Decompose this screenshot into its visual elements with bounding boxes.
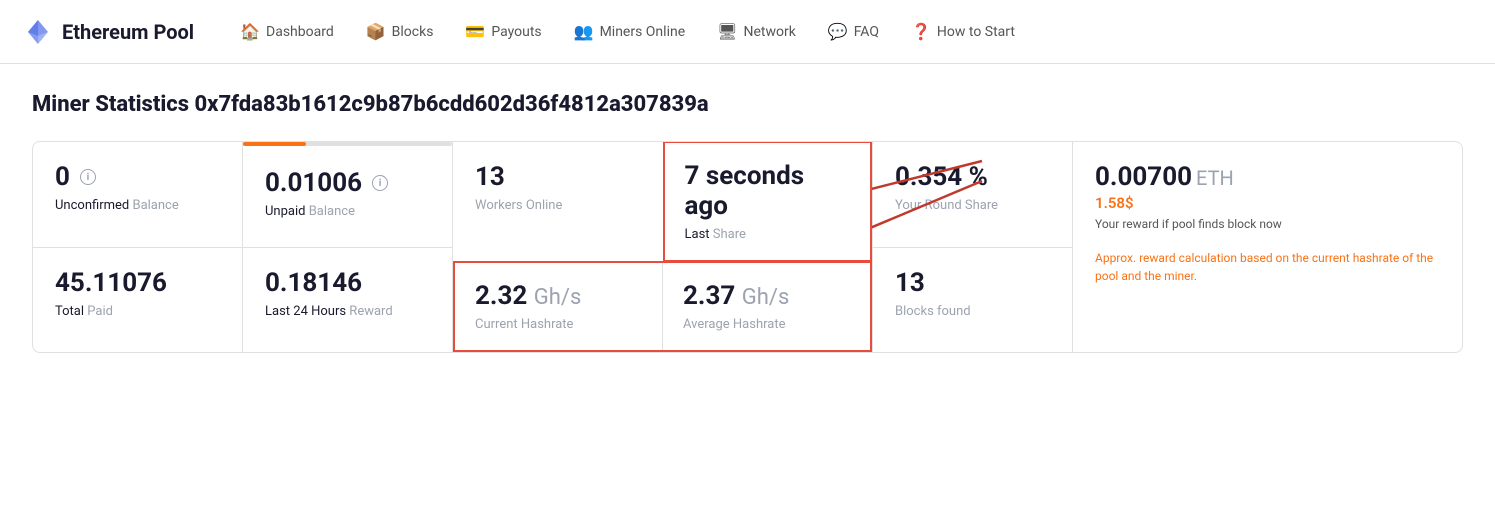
workers-row: 13 Workers Online 7 seconds ago Last Sha…	[453, 142, 872, 262]
current-hashrate-label: Current Hashrate	[475, 317, 642, 332]
page-content: Miner Statistics 0x7fda83b1612c9b87b6cdd…	[0, 64, 1495, 381]
unpaid-balance-card: 0.01006 i Unpaid Balance	[243, 142, 452, 247]
blocks-icon: 📦	[366, 22, 386, 41]
nav-blocks-label: Blocks	[392, 24, 434, 40]
total-paid-card: 45.11076 Total Paid	[33, 248, 243, 353]
round-share-label: Your Round Share	[895, 198, 1050, 213]
header: Ethereum Pool 🏠 Dashboard 📦 Blocks 💳 Pay…	[0, 0, 1495, 64]
total-paid-label: Total Paid	[55, 304, 220, 319]
nav-dashboard[interactable]: 🏠 Dashboard	[226, 14, 348, 49]
nav-dashboard-label: Dashboard	[266, 24, 334, 40]
last-share-value: 7 seconds ago	[685, 161, 851, 221]
how-to-start-icon: ❓	[911, 22, 931, 41]
hashrate-row: 2.32 Gh/s Current Hashrate 2.37 Gh/s Ave…	[453, 261, 872, 352]
nav-how-to-start[interactable]: ❓ How to Start	[897, 14, 1029, 49]
miners-icon: 👥	[574, 22, 594, 41]
average-hashrate-label: Average Hashrate	[683, 317, 850, 332]
nav-network-label: Network	[743, 24, 795, 40]
workers-online-value: 13	[475, 162, 641, 192]
last-share-label: Last Share	[685, 227, 851, 242]
nav-how-to-start-label: How to Start	[937, 24, 1015, 40]
nav-faq-label: FAQ	[854, 24, 879, 40]
bottom-balance-row: 45.11076 Total Paid 0.18146 Last 24 Hour…	[33, 248, 452, 353]
reward-approx-text: Approx. reward calculation based on the …	[1095, 249, 1440, 285]
last24-card: 0.18146 Last 24 Hours Reward	[243, 248, 452, 353]
nav-miners-label: Miners Online	[600, 24, 686, 40]
unpaid-balance-value: 0.01006 i	[265, 168, 430, 198]
stats-wrapper: 0 i Unconfirmed Balance	[32, 141, 1463, 353]
reward-usd-value: 1.58$	[1095, 194, 1440, 212]
top-balance-row: 0 i Unconfirmed Balance	[33, 142, 452, 248]
reward-eth-display: 0.00700 ETH	[1095, 162, 1440, 192]
unpaid-info-icon[interactable]: i	[372, 175, 388, 191]
dashboard-icon: 🏠	[240, 22, 260, 41]
blocks-found-label: Blocks found	[895, 304, 1050, 319]
last24-value: 0.18146	[265, 268, 430, 298]
page-title: Miner Statistics 0x7fda83b1612c9b87b6cdd…	[32, 92, 1463, 117]
workers-online-card: 13 Workers Online	[453, 142, 664, 261]
unconfirmed-info-icon[interactable]: i	[80, 169, 96, 185]
stats-grid: 0 i Unconfirmed Balance	[32, 141, 1463, 353]
reward-description: Your reward if pool finds block now	[1095, 216, 1440, 233]
nav-network[interactable]: 🖥 Network	[703, 14, 810, 49]
nav-miners-online[interactable]: 👥 Miners Online	[560, 14, 699, 49]
nav-faq[interactable]: 💬 FAQ	[814, 14, 893, 49]
current-hashrate-value: 2.32 Gh/s	[475, 281, 642, 311]
total-paid-value: 45.11076	[55, 268, 220, 298]
network-icon: 🖥	[717, 22, 737, 41]
faq-icon: 💬	[828, 22, 848, 41]
last-share-card: 7 seconds ago Last Share	[663, 141, 873, 262]
reward-eth-unit: ETH	[1196, 166, 1234, 190]
average-hashrate-value: 2.37 Gh/s	[683, 281, 850, 311]
ethereum-logo-icon	[24, 18, 52, 46]
right-panel: 0.354 % Your Round Share 13 Blocks found	[873, 142, 1073, 352]
balance-panel: 0 i Unconfirmed Balance	[33, 142, 453, 352]
reward-eth-value: 0.00700	[1095, 162, 1192, 192]
unconfirmed-balance-label: Unconfirmed Balance	[55, 198, 220, 213]
unpaid-balance-label: Unpaid Balance	[265, 204, 430, 219]
nav-blocks[interactable]: 📦 Blocks	[352, 14, 448, 49]
workers-online-label: Workers Online	[475, 198, 641, 213]
unconfirmed-balance-value: 0 i	[55, 162, 220, 192]
nav-payouts-label: Payouts	[491, 24, 541, 40]
middle-panel: 13 Workers Online 7 seconds ago Last Sha…	[453, 142, 873, 352]
round-share-card: 0.354 % Your Round Share	[873, 142, 1072, 248]
round-share-value: 0.354 %	[895, 162, 1050, 192]
main-nav: 🏠 Dashboard 📦 Blocks 💳 Payouts 👥 Miners …	[226, 14, 1471, 49]
payouts-icon: 💳	[465, 22, 485, 41]
logo-text: Ethereum Pool	[62, 20, 194, 44]
unconfirmed-balance-card: 0 i Unconfirmed Balance	[33, 142, 243, 247]
current-hashrate-card: 2.32 Gh/s Current Hashrate	[455, 263, 663, 350]
last24-label: Last 24 Hours Reward	[265, 304, 430, 319]
blocks-found-value: 13	[895, 268, 1050, 298]
nav-payouts[interactable]: 💳 Payouts	[451, 14, 555, 49]
blocks-found-card: 13 Blocks found	[873, 248, 1072, 353]
average-hashrate-card: 2.37 Gh/s Average Hashrate	[663, 263, 870, 350]
logo-area: Ethereum Pool	[24, 18, 194, 46]
reward-panel: 0.00700 ETH 1.58$ Your reward if pool fi…	[1073, 142, 1462, 352]
